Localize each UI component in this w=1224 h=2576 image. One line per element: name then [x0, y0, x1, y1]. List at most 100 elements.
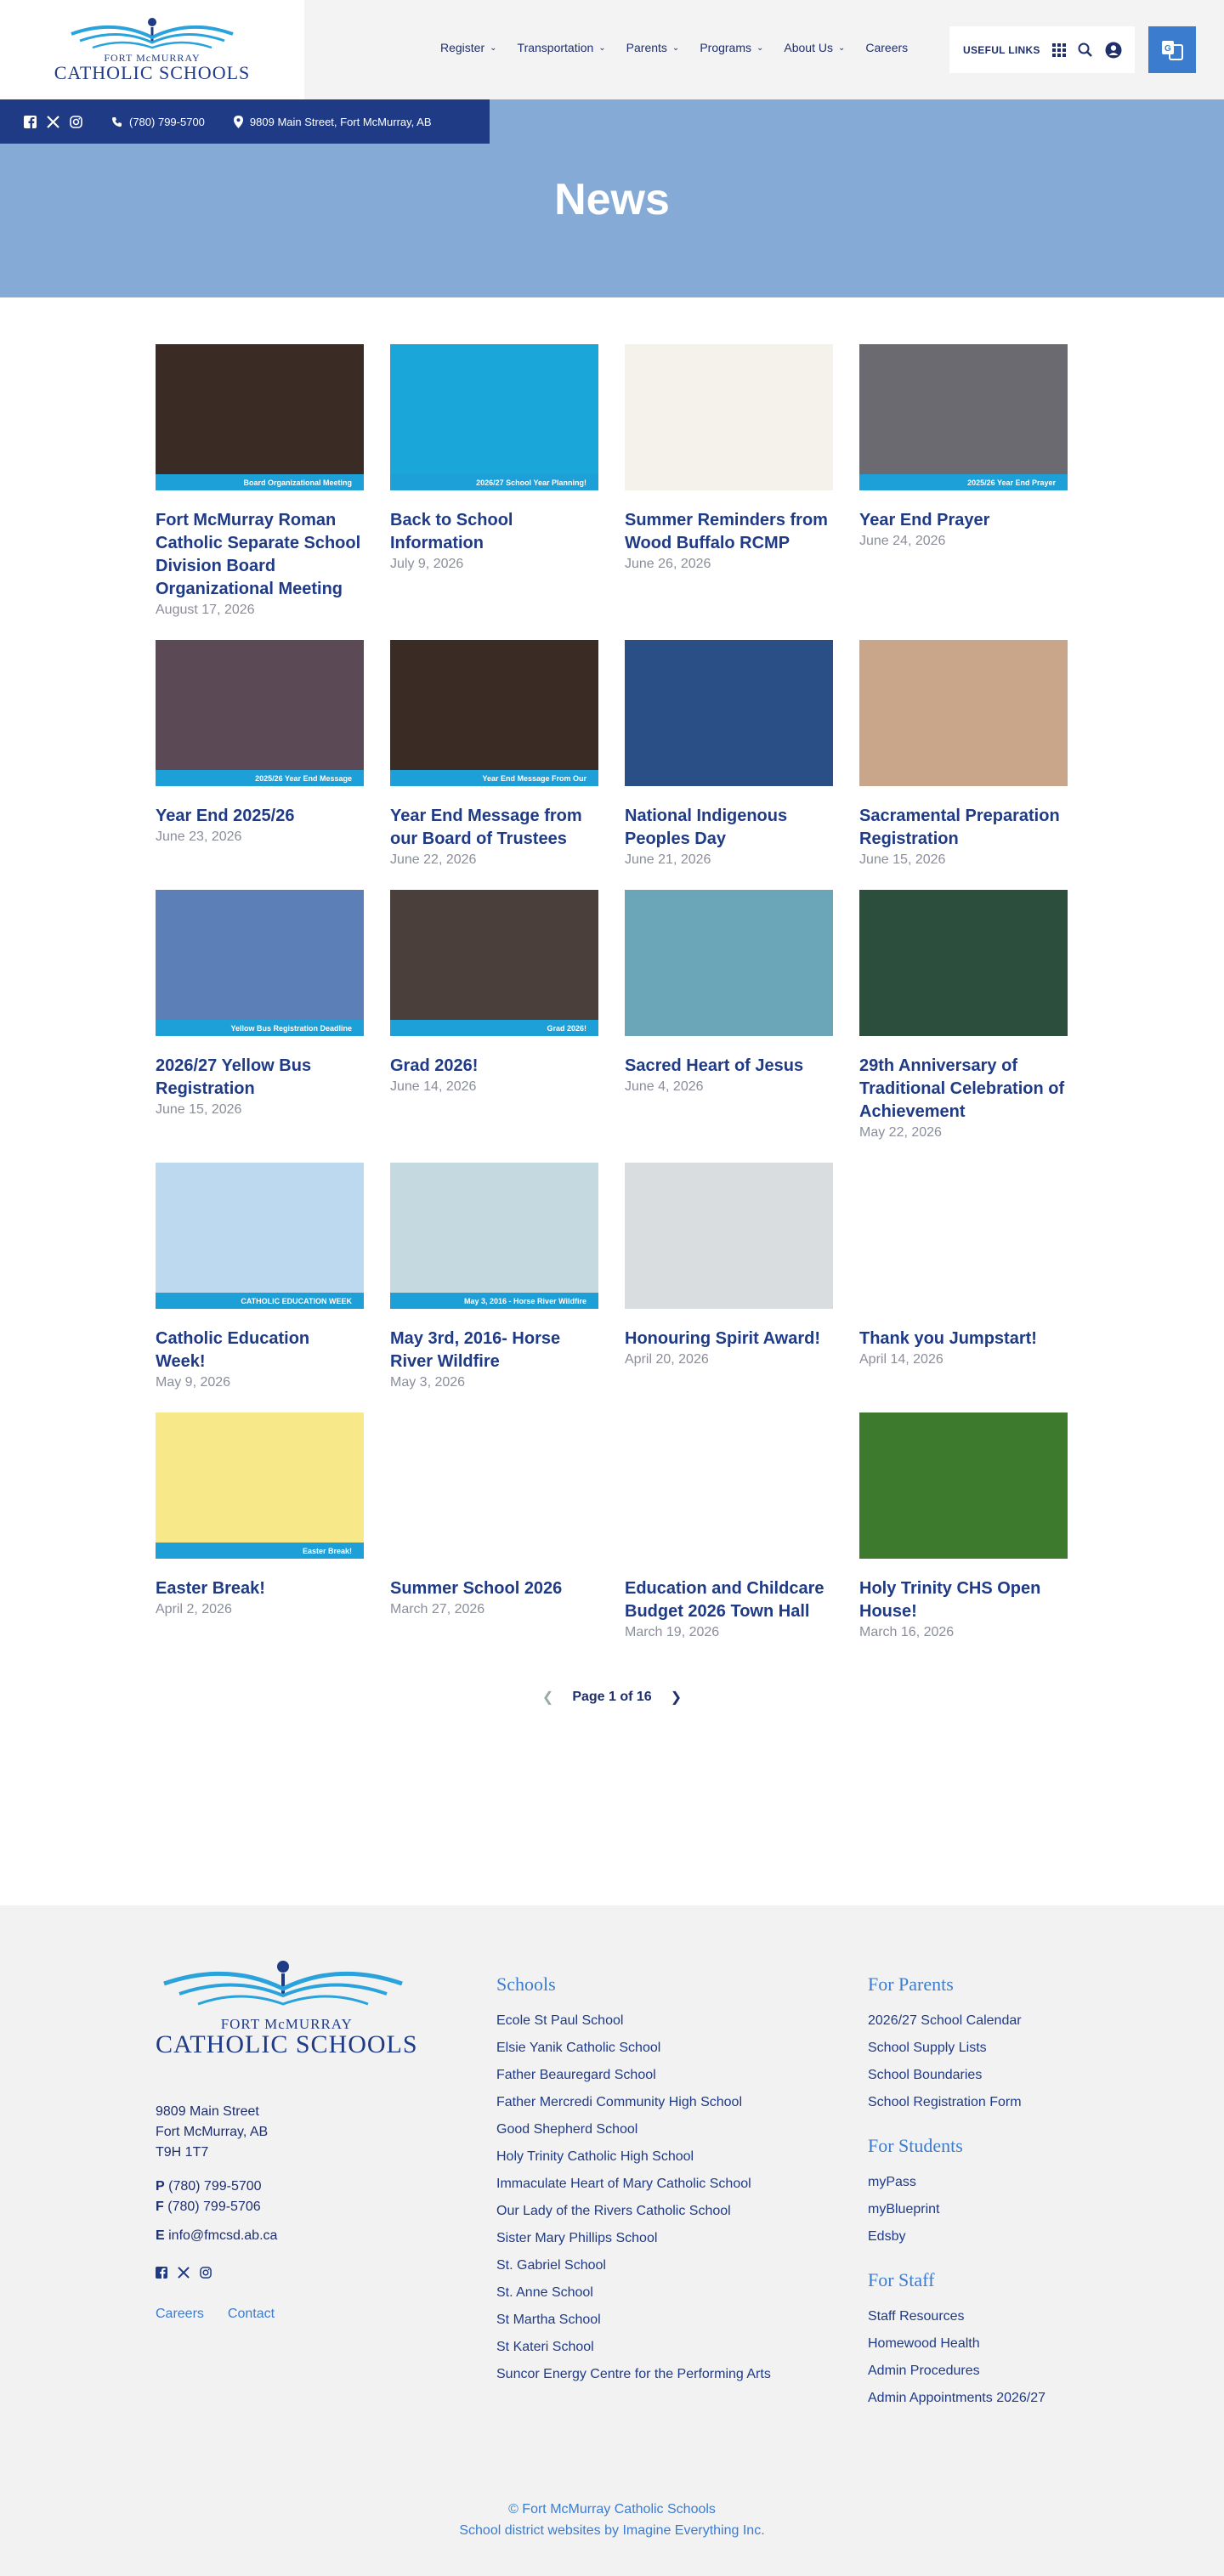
news-card[interactable]: Year End Message From Our Year End Messag…	[390, 640, 598, 868]
news-title[interactable]: Year End 2025/26	[156, 805, 364, 828]
news-thumbnail[interactable]: Year End Message From Our	[390, 640, 598, 786]
news-title[interactable]: Thank you Jumpstart!	[859, 1328, 1068, 1350]
school-link[interactable]: Our Lady of the Rivers Catholic School	[496, 2198, 771, 2225]
news-title[interactable]: 29th Anniversary of Traditional Celebrat…	[859, 1055, 1068, 1124]
grid-icon[interactable]	[1051, 42, 1066, 57]
news-title[interactable]: Honouring Spirit Award!	[625, 1328, 833, 1350]
news-title[interactable]: 2026/27 Yellow Bus Registration	[156, 1055, 364, 1101]
news-thumbnail[interactable]: 2025/26 Year End Message	[156, 640, 364, 786]
school-link[interactable]: Good Shepherd School	[496, 2116, 771, 2143]
parents-link[interactable]: School Boundaries	[868, 2062, 1046, 2089]
news-thumbnail[interactable]: CATHOLIC EDUCATION WEEK	[156, 1163, 364, 1309]
news-thumbnail[interactable]: Board Organizational Meeting	[156, 344, 364, 490]
news-thumbnail[interactable]: 2026/27 School Year Planning!	[390, 344, 598, 490]
news-card[interactable]: 2025/26 Year End Prayer Year End Prayer Ju…	[859, 344, 1068, 618]
news-thumbnail[interactable]	[859, 640, 1068, 786]
news-card[interactable]: National Indigenous Peoples Day June 21, …	[625, 640, 833, 868]
news-card[interactable]: 2026/27 School Year Planning! Back to Sch…	[390, 344, 598, 618]
news-title[interactable]: Catholic Education Week!	[156, 1328, 364, 1373]
news-title[interactable]: Holy Trinity CHS Open House!	[859, 1577, 1068, 1623]
nav-item-programs[interactable]: Programs ⌄	[700, 41, 763, 54]
site-logo[interactable]: FORT McMURRAY CATHOLIC SCHOOLS	[0, 0, 304, 99]
news-title[interactable]: Fort McMurray Roman Catholic Separate Sc…	[156, 509, 364, 601]
translate-button[interactable]: G	[1148, 26, 1196, 73]
news-title[interactable]: May 3rd, 2016- Horse River Wildfire	[390, 1328, 598, 1373]
news-card[interactable]: CATHOLIC EDUCATION WEEK Catholic Educatio…	[156, 1163, 364, 1390]
news-card[interactable]: 29th Anniversary of Traditional Celebrat…	[859, 890, 1068, 1141]
news-card[interactable]: May 3, 2016 - Horse River Wildfire May 3r…	[390, 1163, 598, 1390]
school-link[interactable]: Ecole St Paul School	[496, 2007, 771, 2035]
news-title[interactable]: Year End Prayer	[859, 509, 1068, 532]
useful-links-button[interactable]: USEFUL LINKS	[963, 44, 1040, 56]
school-link[interactable]: Sister Mary Phillips School	[496, 2225, 771, 2252]
news-card[interactable]: Thank you Jumpstart! April 14, 2026	[859, 1163, 1068, 1390]
news-title[interactable]: Summer School 2026	[390, 1577, 598, 1600]
news-thumbnail[interactable]	[859, 1413, 1068, 1559]
nav-item-parents[interactable]: Parents ⌄	[626, 41, 680, 54]
facebook-icon[interactable]	[156, 2267, 167, 2279]
news-title[interactable]: Year End Message from our Board of Trust…	[390, 805, 598, 851]
school-link[interactable]: St. Gabriel School	[496, 2252, 771, 2279]
prev-page-button[interactable]: ❮	[542, 1689, 553, 1706]
news-thumbnail[interactable]	[625, 1163, 833, 1309]
news-card[interactable]: Easter Break! Easter Break! April 2, 2026	[156, 1413, 364, 1640]
staff-link[interactable]: Admin Procedures	[868, 2358, 1046, 2385]
nav-item-careers[interactable]: Careers	[865, 41, 908, 54]
staff-link[interactable]: Homewood Health	[868, 2330, 1046, 2358]
news-thumbnail[interactable]	[859, 890, 1068, 1036]
news-card[interactable]: Summer Reminders from Wood Buffalo RCMP J…	[625, 344, 833, 618]
news-card[interactable]: Yellow Bus Registration Deadline 2026/27 …	[156, 890, 364, 1141]
instagram-icon[interactable]	[200, 2267, 212, 2279]
phone-link[interactable]: (780) 799-5700	[111, 116, 205, 128]
school-link[interactable]: Holy Trinity Catholic High School	[496, 2143, 771, 2171]
contact-link[interactable]: Contact	[228, 2307, 275, 2322]
news-thumbnail[interactable]: Grad 2026!	[390, 890, 598, 1036]
school-link[interactable]: Father Mercredi Community High School	[496, 2089, 771, 2116]
news-thumbnail[interactable]: May 3, 2016 - Horse River Wildfire	[390, 1163, 598, 1309]
credit-link[interactable]: School district websites by Imagine Ever…	[0, 2520, 1224, 2541]
instagram-icon[interactable]	[70, 115, 82, 128]
staff-link[interactable]: Admin Appointments 2026/27	[868, 2385, 1046, 2412]
students-link[interactable]: myBlueprint	[868, 2196, 1046, 2223]
news-thumbnail[interactable]	[625, 890, 833, 1036]
x-twitter-icon[interactable]	[47, 115, 60, 128]
news-thumbnail[interactable]	[390, 1413, 598, 1559]
news-title[interactable]: Education and Childcare Budget 2026 Town…	[625, 1577, 833, 1623]
news-title[interactable]: Back to School Information	[390, 509, 598, 555]
school-link[interactable]: St. Anne School	[496, 2279, 771, 2307]
school-link[interactable]: Immaculate Heart of Mary Catholic School	[496, 2171, 771, 2198]
news-card[interactable]: Sacramental Preparation Registration June…	[859, 640, 1068, 868]
news-card[interactable]: Board Organizational Meeting Fort McMurra…	[156, 344, 364, 618]
news-card[interactable]: Grad 2026! Grad 2026! June 14, 2026	[390, 890, 598, 1141]
news-thumbnail[interactable]	[625, 1413, 833, 1559]
parents-link[interactable]: School Registration Form	[868, 2089, 1046, 2116]
facebook-icon[interactable]	[24, 115, 37, 128]
staff-link[interactable]: Staff Resources	[868, 2303, 1046, 2330]
school-link[interactable]: St Martha School	[496, 2307, 771, 2334]
parents-link[interactable]: 2026/27 School Calendar	[868, 2007, 1046, 2035]
news-card[interactable]: Honouring Spirit Award! April 20, 2026	[625, 1163, 833, 1390]
nav-item-transportation[interactable]: Transportation ⌄	[518, 41, 606, 54]
news-card[interactable]: Summer School 2026 March 27, 2026	[390, 1413, 598, 1640]
account-icon[interactable]	[1105, 42, 1122, 59]
news-title[interactable]: Sacramental Preparation Registration	[859, 805, 1068, 851]
next-page-button[interactable]: ❯	[671, 1689, 682, 1706]
parents-link[interactable]: School Supply Lists	[868, 2035, 1046, 2062]
news-thumbnail[interactable]: 2025/26 Year End Prayer	[859, 344, 1068, 490]
news-title[interactable]: National Indigenous Peoples Day	[625, 805, 833, 851]
x-twitter-icon[interactable]	[178, 2267, 190, 2279]
nav-item-register[interactable]: Register ⌄	[440, 41, 497, 54]
news-title[interactable]: Grad 2026!	[390, 1055, 598, 1078]
students-link[interactable]: myPass	[868, 2169, 1046, 2196]
footer-logo[interactable]: FORT McMURRAY CATHOLIC SCHOOLS	[156, 1960, 418, 2058]
news-card[interactable]: Education and Childcare Budget 2026 Town…	[625, 1413, 833, 1640]
news-title[interactable]: Easter Break!	[156, 1577, 364, 1600]
news-thumbnail[interactable]	[859, 1163, 1068, 1309]
address-link[interactable]: 9809 Main Street, Fort McMurray, AB	[233, 115, 432, 128]
news-thumbnail[interactable]	[625, 344, 833, 490]
search-icon[interactable]	[1078, 42, 1093, 58]
news-card[interactable]: Holy Trinity CHS Open House! March 16, 20…	[859, 1413, 1068, 1640]
news-title[interactable]: Summer Reminders from Wood Buffalo RCMP	[625, 509, 833, 555]
news-thumbnail[interactable]: Easter Break!	[156, 1413, 364, 1559]
school-link[interactable]: Father Beauregard School	[496, 2062, 771, 2089]
